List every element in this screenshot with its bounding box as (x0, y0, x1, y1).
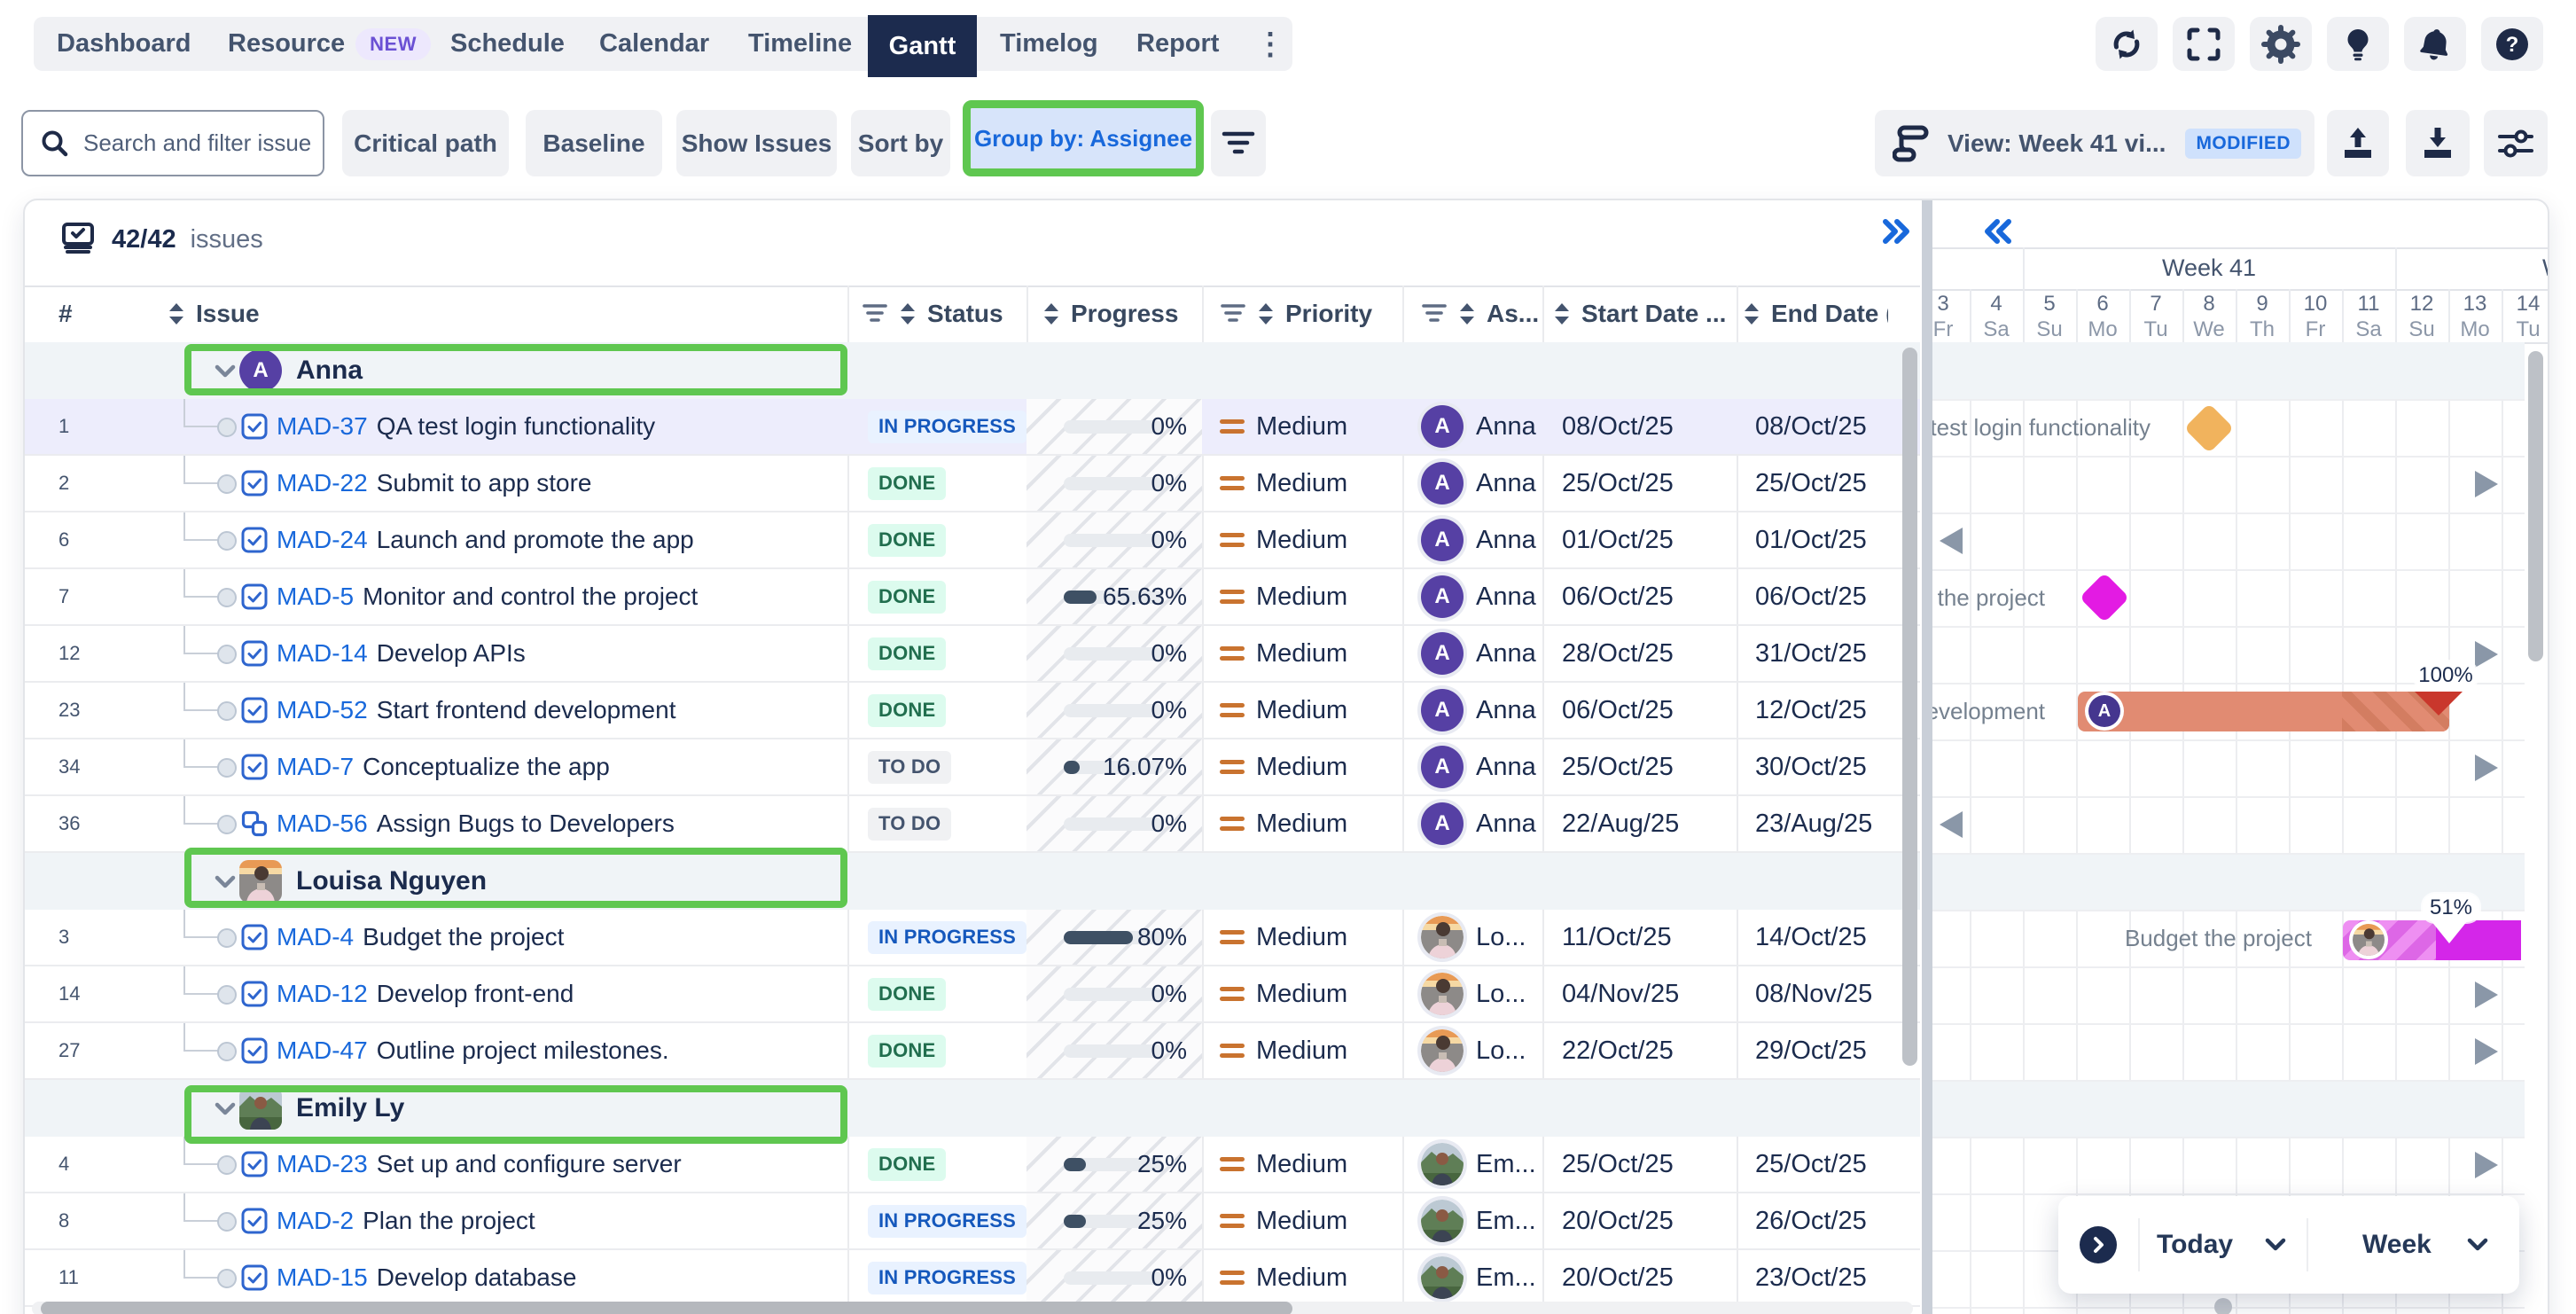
svg-text:?: ? (2506, 33, 2519, 57)
